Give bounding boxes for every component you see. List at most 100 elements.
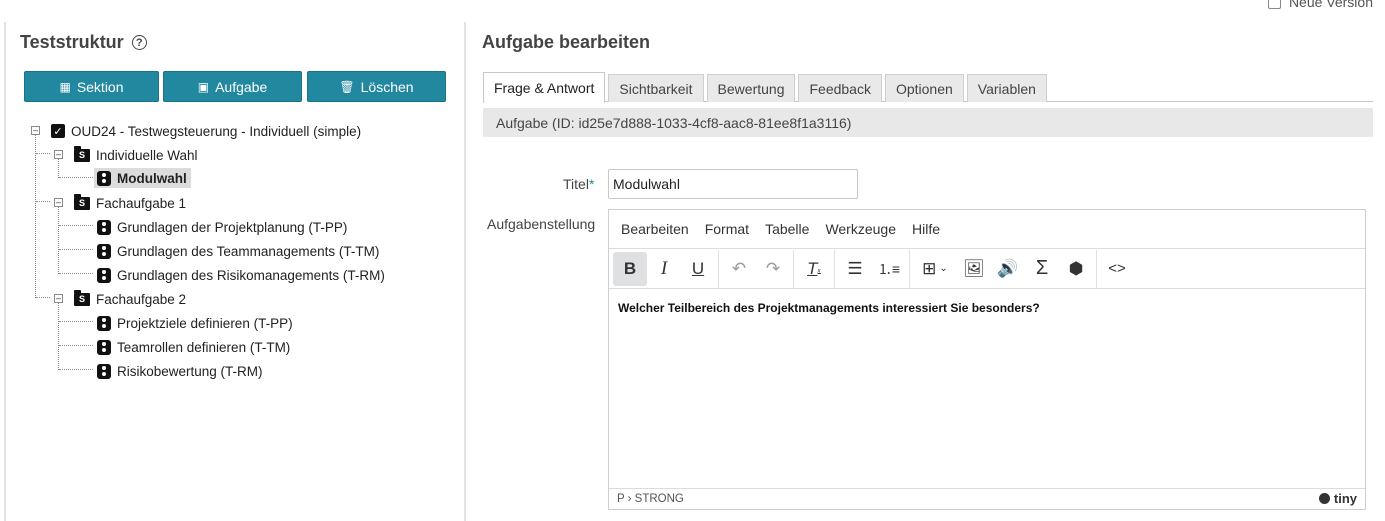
collapse-toggle-section1[interactable]: – [54, 150, 63, 159]
task-icon [97, 243, 111, 259]
toolbar-separator [834, 249, 835, 288]
help-icon[interactable]: ? [131, 35, 147, 50]
3d-model-icon[interactable]: ⬢ [1059, 252, 1093, 286]
new-version-label: Neue Version [1288, 0, 1373, 10]
tree-section-label: Fachaufgabe 2 [96, 291, 187, 307]
tree-line [59, 369, 93, 370]
rich-text-editor: Bearbeiten Format Tabelle Werkzeuge Hilf… [608, 209, 1366, 510]
tab-variables[interactable]: Variablen [966, 74, 1047, 102]
test-tree: – – – – ✓ OUD24 - Testwegsteuerung - Ind… [6, 116, 466, 416]
task-add-icon: ▣ [197, 79, 210, 94]
tiny-logo[interactable]: tiny [1318, 491, 1357, 506]
delete-label: Löschen [360, 78, 414, 95]
audio-icon[interactable]: 🔊 [991, 252, 1025, 286]
italic-icon[interactable]: I [647, 252, 681, 286]
tree-item[interactable]: Grundlagen des Risikomanagements (T-RM) [97, 265, 385, 285]
tab-feedback[interactable]: Feedback [798, 74, 882, 102]
table-icon[interactable]: ⊞ ⌄ [913, 252, 957, 286]
tree-item-label: Grundlagen der Projektplanung (T-PP) [117, 219, 348, 235]
required-mark: * [588, 176, 595, 192]
tree-section-label: Individuelle Wahl [96, 147, 198, 163]
tree-item-modulwahl[interactable]: Modulwahl [94, 168, 191, 188]
tree-line [59, 249, 93, 250]
toolbar-separator [1096, 249, 1097, 288]
add-task-button[interactable]: ▣ Aufgabe [163, 71, 302, 102]
tiny-logo-text: tiny [1333, 491, 1357, 506]
tree-section-fachaufgabe-2[interactable]: S Fachaufgabe 2 [74, 289, 186, 309]
menu-tools[interactable]: Werkzeuge [817, 221, 904, 237]
section-folder-icon: S [74, 193, 90, 210]
collapse-toggle-section3[interactable]: – [54, 294, 63, 303]
add-section-label: Sektion [76, 78, 124, 95]
redo-icon[interactable]: ↷ [756, 252, 790, 286]
tree-section-fachaufgabe-1[interactable]: S Fachaufgabe 1 [74, 193, 186, 213]
tree-item[interactable]: Teamrollen definieren (T-TM) [97, 337, 290, 357]
tab-bar: Frage & Antwort Sichtbarkeit Bewertung F… [483, 72, 1373, 103]
tree-line [58, 156, 59, 178]
menu-help[interactable]: Hilfe [904, 221, 948, 237]
new-version-toggle[interactable]: Neue Version [1267, 0, 1373, 10]
bullet-list-icon[interactable]: ☰ [838, 252, 872, 286]
task-icon [97, 267, 111, 283]
task-id-bar: Aufgabe (ID: id25e7d888-1033-4cf8-aac8-8… [483, 108, 1373, 137]
menu-table[interactable]: Tabelle [757, 221, 817, 237]
delete-button[interactable]: 🗑 Löschen [307, 71, 446, 102]
title-input[interactable] [608, 169, 858, 199]
menu-format[interactable]: Format [697, 221, 757, 237]
image-icon[interactable]: 🖼 [957, 252, 991, 286]
section-folder-icon: S [74, 145, 90, 162]
tree-line [59, 177, 93, 178]
tree-item[interactable]: Grundlagen der Projektplanung (T-PP) [97, 217, 347, 237]
tree-section-label: Fachaufgabe 1 [96, 195, 187, 211]
tree-line [58, 300, 59, 370]
tree-item-label: Grundlagen des Risikomanagements (T-RM) [117, 267, 385, 283]
element-path[interactable]: P › STRONG [617, 493, 684, 505]
section-add-icon: ▦ [59, 79, 71, 94]
clear-formatting-icon[interactable]: Tₓ [797, 252, 831, 286]
task-statement-label: Aufgabenstellung [487, 216, 596, 232]
page-title: Aufgabe bearbeiten [482, 32, 651, 52]
formula-icon[interactable]: Σ [1025, 252, 1059, 286]
numbered-list-icon[interactable]: ⒈≡ [872, 252, 906, 286]
menu-edit[interactable]: Bearbeiten [613, 221, 697, 237]
tab-scoring[interactable]: Bewertung [706, 74, 796, 102]
tab-question-answer[interactable]: Frage & Antwort [483, 72, 606, 103]
editor-content[interactable]: Welcher Teilbereich des Projektmanagemen… [609, 289, 1365, 488]
tiny-logo-icon [1318, 493, 1330, 504]
test-structure-panel: Teststruktur ? ▦ Sektion ▣ Aufgabe 🗑 Lös… [4, 22, 466, 521]
tree-line [36, 297, 50, 298]
tree-item-label: Teamrollen definieren (T-TM) [117, 339, 291, 355]
tree-line [36, 153, 50, 154]
toolbar-separator [718, 249, 719, 288]
task-icon [97, 339, 111, 355]
tree-item[interactable]: Projektziele definieren (T-PP) [97, 313, 293, 333]
collapse-toggle-section2[interactable]: – [54, 198, 63, 207]
collapse-toggle-root[interactable]: – [31, 126, 40, 135]
tree-line [59, 273, 93, 274]
tab-visibility[interactable]: Sichtbarkeit [608, 74, 704, 102]
panel-title-text: Teststruktur [20, 32, 124, 52]
new-version-checkbox[interactable] [1267, 0, 1281, 9]
task-icon [97, 219, 111, 235]
underline-icon[interactable]: U [681, 252, 715, 286]
undo-icon[interactable]: ↶ [722, 252, 756, 286]
tree-item[interactable]: Risikobewertung (T-RM) [97, 361, 263, 381]
tree-root[interactable]: ✓ OUD24 - Testwegsteuerung - Individuell… [51, 121, 361, 141]
checkbox-checked-icon: ✓ [51, 124, 65, 138]
tree-line [58, 204, 59, 274]
tab-options[interactable]: Optionen [884, 74, 964, 102]
bold-icon[interactable]: B [613, 251, 647, 286]
tree-line [59, 225, 93, 226]
add-task-label: Aufgabe [215, 78, 268, 95]
editor-toolbar: B I U ↶ ↷ Tₓ ☰ ⒈≡ ⊞ ⌄ 🖼 🔊 Σ ⬢ <> [609, 249, 1365, 289]
tree-item-label: Risikobewertung (T-RM) [117, 363, 263, 379]
tree-line [59, 321, 93, 322]
task-icon [97, 170, 111, 186]
source-code-icon[interactable]: <> [1100, 252, 1134, 286]
editor-menubar: Bearbeiten Format Tabelle Werkzeuge Hilf… [609, 210, 1365, 249]
trash-icon: 🗑 [339, 79, 355, 94]
panel-title: Teststruktur ? [20, 32, 147, 53]
tree-section-individual[interactable]: S Individuelle Wahl [74, 145, 198, 165]
tree-item[interactable]: Grundlagen des Teammanagements (T-TM) [97, 241, 379, 261]
add-section-button[interactable]: ▦ Sektion [24, 71, 159, 102]
